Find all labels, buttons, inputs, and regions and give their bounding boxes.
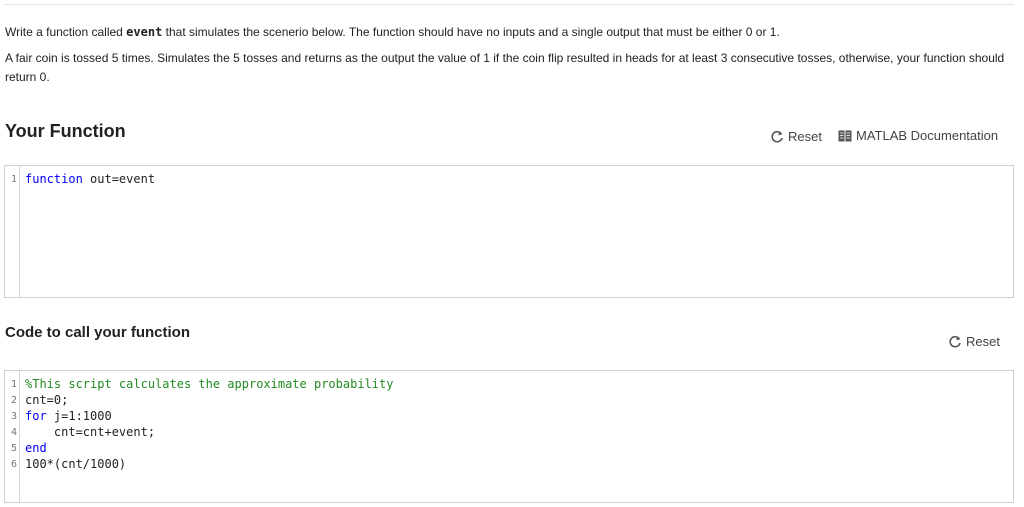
code-rest: j=1:1000 (46, 409, 112, 423)
function-code-editor[interactable]: 1 function out=event (4, 165, 1014, 298)
line-number: 5 (10, 442, 17, 454)
keyword: for (25, 409, 47, 423)
book-icon (838, 130, 852, 141)
top-divider (4, 4, 1014, 5)
your-function-title: Your Function (5, 121, 126, 141)
line-number: 2 (10, 394, 17, 406)
code-line: 5 end (5, 440, 1013, 456)
line-number: 6 (10, 458, 17, 470)
reset-label: Reset (966, 334, 1000, 349)
call-code-title: Code to call your function (5, 324, 191, 341)
keyword: end (25, 441, 47, 455)
editor-lines: 1 function out=event (5, 171, 1013, 187)
call-code-editor[interactable]: 1 %This script calculates the approximat… (4, 370, 1014, 503)
code-line: 4 cnt=cnt+event; (5, 424, 1013, 440)
code-line: 1 %This script calculates the approximat… (5, 376, 1013, 392)
reset-icon (949, 335, 961, 347)
keyword: function (25, 172, 83, 186)
reset-icon (771, 130, 783, 142)
reset-function-button[interactable]: Reset (770, 129, 822, 144)
code-text: cnt=cnt+event; (25, 425, 156, 439)
code-text: for j=1:1000 (20, 409, 112, 423)
code-line: 6 100*(cnt/1000) (5, 456, 1013, 472)
function-name-code: event (126, 25, 163, 39)
line-number: 1 (10, 173, 17, 185)
comment-text: %This script calculates the approximate … (25, 377, 394, 391)
problem-intro-text: Write a function called (5, 25, 127, 39)
line-number: 1 (10, 378, 17, 390)
reset-label: Reset (788, 129, 822, 144)
line-number: 3 (10, 410, 17, 422)
reset-call-code-button[interactable]: Reset (948, 334, 1000, 349)
documentation-label: MATLAB Documentation (856, 128, 999, 143)
problem-intro-suffix: that simulates the scenerio below. The f… (162, 25, 780, 39)
code-line: 2 cnt=0; (5, 392, 1013, 408)
code-text: 100*(cnt/1000) (25, 457, 127, 471)
line-number: 4 (10, 426, 17, 438)
code-text: cnt=0; (25, 393, 69, 407)
code-text: function out=event (20, 172, 155, 186)
editor-lines: 1 %This script calculates the approximat… (5, 376, 1013, 472)
problem-statement-scenario: A fair coin is tossed 5 times. Simulates… (5, 51, 1005, 84)
code-line: 3 for j=1:1000 (5, 408, 1013, 424)
code-line: 1 function out=event (5, 171, 1013, 187)
problem-statement-line-1: Write a function called event that simul… (5, 23, 1010, 42)
matlab-documentation-link[interactable]: MATLAB Documentation (838, 128, 998, 143)
code-rest: out=event (82, 172, 156, 186)
